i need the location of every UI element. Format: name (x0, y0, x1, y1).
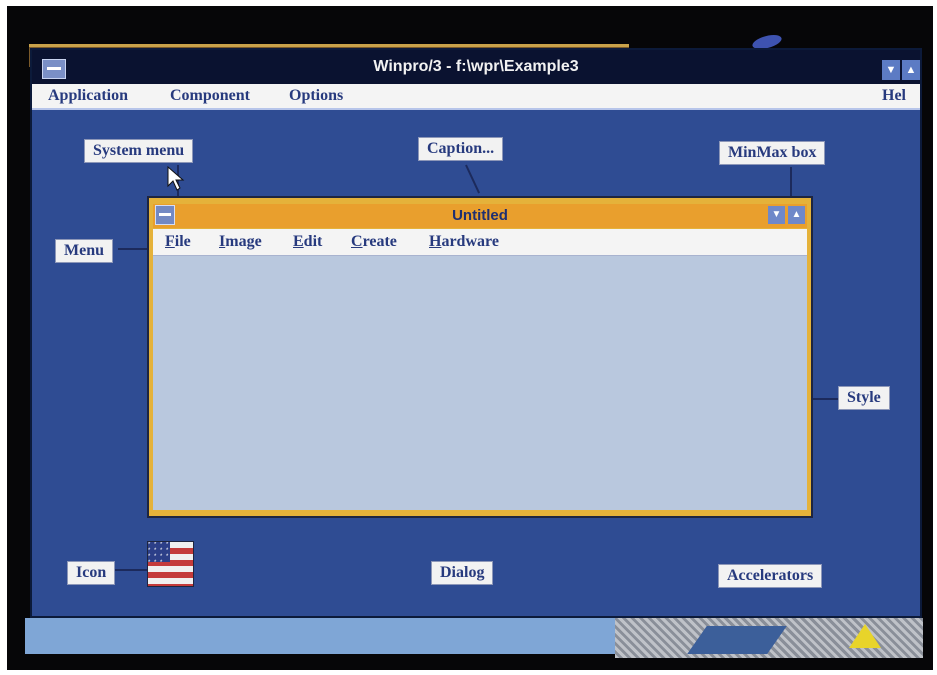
menu-options[interactable]: Options (289, 87, 343, 105)
child-menu-hardware[interactable]: Hardware (429, 233, 499, 251)
child-menu-bar: File Image Edit Create Hardware (153, 229, 807, 256)
label-style[interactable]: Style (838, 386, 890, 410)
artwork-yellow-triangle (849, 624, 881, 648)
child-window: Untitled ▼ ▲ File Image Edit Create Hard… (147, 196, 813, 518)
menu-application[interactable]: Application (48, 87, 128, 105)
child-menu-create[interactable]: Create (351, 233, 397, 251)
label-menu[interactable]: Menu (55, 239, 113, 263)
flag-canton: * * * * * * * * * * * * * * * (148, 542, 170, 562)
child-maximize-button[interactable]: ▲ (788, 206, 805, 224)
background-strip (25, 618, 625, 654)
menu-label-rest: mage (225, 233, 262, 250)
child-minimize-button[interactable]: ▼ (768, 206, 785, 224)
child-menu-file[interactable]: File (165, 233, 191, 251)
menu-component[interactable]: Component (170, 87, 250, 105)
system-menu-icon[interactable] (42, 59, 66, 79)
label-system-menu[interactable]: System menu (84, 139, 194, 163)
app-minimize-button[interactable]: ▼ (882, 60, 900, 80)
label-minmax-box[interactable]: MinMax box (719, 141, 826, 165)
menu-help[interactable]: Hel (882, 87, 906, 105)
accel-key: F (165, 233, 175, 250)
connector-icon (114, 569, 147, 571)
accel-key: H (429, 233, 442, 250)
child-menu-image[interactable]: Image (219, 233, 262, 251)
arrow-cursor-icon (167, 166, 185, 191)
menu-label-rest: dit (303, 233, 323, 250)
accel-key: E (293, 233, 304, 250)
label-caption[interactable]: Caption... (418, 137, 504, 161)
child-menu-edit[interactable]: Edit (293, 233, 322, 251)
menu-label-rest: ardware (441, 233, 499, 250)
us-flag-icon[interactable]: * * * * * * * * * * * * * * * (147, 541, 194, 587)
child-system-menu-icon[interactable] (155, 205, 175, 225)
app-title-text: Winpro/3 - f:\wpr\Example3 (373, 58, 579, 75)
child-title-bar[interactable]: Untitled (153, 204, 807, 228)
app-minmax-box: ▼ ▲ (880, 60, 920, 82)
app-menu-bar: Application Component Options Hel (32, 84, 920, 110)
label-icon[interactable]: Icon (67, 561, 116, 585)
app-restore-button[interactable]: ▲ (902, 60, 920, 80)
connector-minmax (790, 167, 792, 197)
child-client-area[interactable] (153, 256, 807, 510)
menu-label-rest: reate (362, 233, 397, 250)
menu-label-rest: ile (174, 233, 191, 250)
connector-menu (118, 248, 148, 250)
child-title-text: Untitled (452, 207, 508, 224)
app-title-bar[interactable]: Winpro/3 - f:\wpr\Example3 (32, 50, 920, 84)
accel-key: C (351, 233, 363, 250)
label-dialog[interactable]: Dialog (431, 561, 494, 585)
label-accelerators[interactable]: Accelerators (718, 564, 823, 588)
